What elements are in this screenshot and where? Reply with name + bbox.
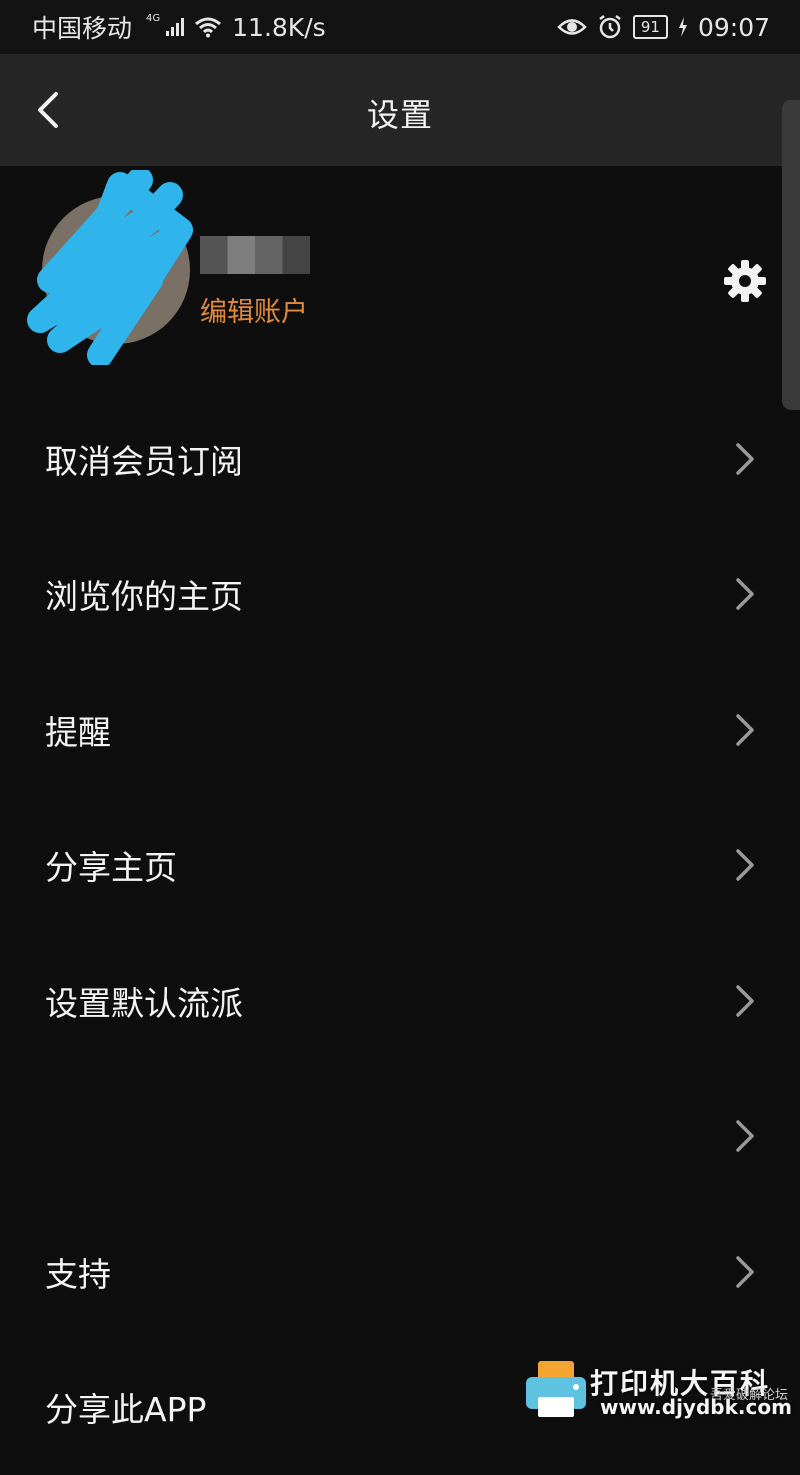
- chevron-right-icon: [733, 576, 757, 612]
- menu-item-cancel-subscription[interactable]: 取消会员订阅: [0, 391, 800, 527]
- wifi-icon: [194, 16, 222, 38]
- app-bar: 设置: [0, 54, 800, 166]
- gear-icon[interactable]: [722, 258, 768, 304]
- page-title: 设置: [0, 90, 800, 136]
- menu-item-unlabeled[interactable]: [0, 1069, 800, 1205]
- menu-item-support[interactable]: 支持: [0, 1204, 800, 1340]
- chevron-right-icon: [733, 983, 757, 1019]
- edit-account-link[interactable]: 编辑账户: [200, 290, 308, 329]
- menu-item-share-profile[interactable]: 分享主页: [0, 798, 800, 934]
- status-right: 91 09:07: [557, 13, 770, 42]
- charging-icon: [678, 17, 688, 37]
- chevron-right-icon: [733, 712, 757, 748]
- clock-time: 09:07: [698, 13, 770, 42]
- alarm-icon: [597, 14, 623, 40]
- chevron-right-icon: [733, 847, 757, 883]
- menu-item-label: 取消会员订阅: [45, 435, 243, 483]
- avatar-redaction-scribble: [20, 170, 195, 365]
- status-bar: 中国移动 4G 11.8K/s 91 09:07: [0, 0, 800, 54]
- menu-item-label: 设置默认流派: [45, 977, 243, 1025]
- eye-icon: [557, 16, 587, 38]
- signal-icon: [166, 18, 184, 36]
- menu-item-default-genre[interactable]: 设置默认流派: [0, 933, 800, 1069]
- menu-item-label: 提醒: [45, 706, 111, 754]
- menu-item-label: 分享主页: [45, 841, 177, 889]
- network-gen: 4G: [146, 13, 160, 24]
- menu-item-label: 分享此APP: [45, 1383, 206, 1431]
- battery-level: 91: [633, 15, 668, 39]
- carrier-name: 中国移动: [32, 9, 132, 45]
- username-blurred: [200, 236, 310, 274]
- chevron-right-icon: [733, 441, 757, 477]
- status-left: 中国移动 4G 11.8K/s: [32, 9, 326, 45]
- settings-menu: 取消会员订阅 浏览你的主页 提醒 分享主页 设置默认流派 支持 分享此APP: [0, 391, 800, 1475]
- menu-item-label: 支持: [45, 1248, 111, 1296]
- chevron-right-icon: [733, 1118, 757, 1154]
- menu-item-reminders[interactable]: 提醒: [0, 662, 800, 798]
- chevron-right-icon: [733, 1254, 757, 1290]
- watermark-url: www.djydbk.com: [600, 1395, 792, 1419]
- net-speed: 11.8K/s: [232, 13, 326, 42]
- menu-item-label: 浏览你的主页: [45, 570, 243, 618]
- menu-item-view-profile[interactable]: 浏览你的主页: [0, 527, 800, 663]
